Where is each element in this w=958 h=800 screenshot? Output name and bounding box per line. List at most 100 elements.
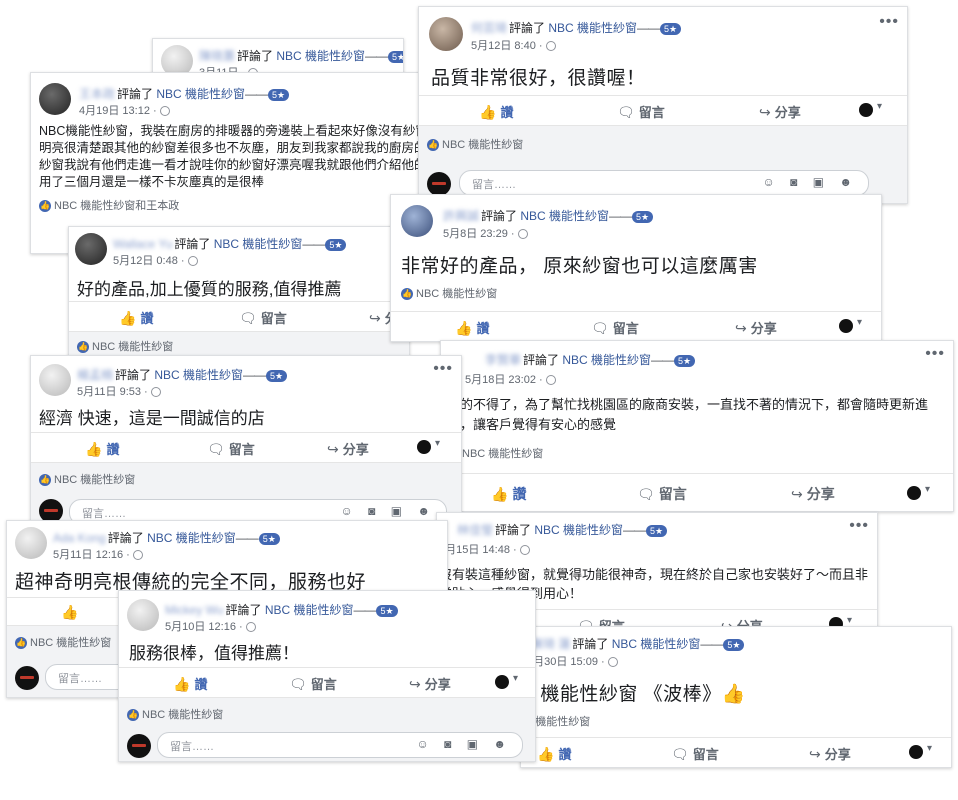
page-link[interactable]: NBC 機能性紗窗 <box>534 523 623 537</box>
review-time[interactable]: 4月19日 13:12 · <box>79 102 170 118</box>
page-logo <box>127 734 151 758</box>
review-time[interactable]: 5月8日 23:29 · <box>443 225 528 241</box>
page-link[interactable]: NBC 機能性紗窗 <box>520 209 609 223</box>
comment-button[interactable]: 🗨留言 <box>637 484 687 504</box>
comment-button[interactable]: 🗨留言 <box>671 744 719 763</box>
comment-input[interactable]: 留言…… ☺ ◙ ▣ ☻ <box>459 170 869 196</box>
review-time[interactable]: 5月11日 9:53 · <box>77 383 161 399</box>
page-avatar-selector[interactable] <box>495 673 518 689</box>
review-time[interactable]: 5月15日 14:48 · <box>439 541 530 557</box>
reviewer-avatar[interactable] <box>39 364 71 396</box>
page-link[interactable]: NBC 機能性紗窗 <box>612 637 701 651</box>
more-options-icon[interactable]: ••• <box>925 345 945 363</box>
more-options-icon[interactable]: ••• <box>879 13 899 31</box>
reviewer-name[interactable]: 何芸琦 <box>471 19 507 36</box>
like-button[interactable]: 👍 讚 <box>455 318 489 337</box>
thumbs-up-icon: 👍 <box>85 441 103 457</box>
reviewer-name[interactable]: 陳晓蕙 <box>199 47 235 64</box>
page-tag[interactable]: 👍NBC 機能性紗窗 <box>39 471 135 487</box>
share-button[interactable]: ↪分享 <box>327 439 369 458</box>
share-icon: ↪ <box>759 104 771 120</box>
reviewer-name[interactable]: Wallace Yu <box>113 237 172 251</box>
review-card-3: Wallace Yu 評論了 NBC 機能性紗窗—— 5★ 5月12日 0:48 ·… <box>68 226 410 358</box>
like-button[interactable]: 👍 讚 <box>491 484 526 504</box>
review-text: 品質非常很好，很讚喔！ <box>431 68 646 89</box>
share-button[interactable]: ↪分享 <box>759 102 801 121</box>
more-options-icon[interactable]: ••• <box>849 517 869 535</box>
page-link[interactable]: NBC 機能性紗窗 <box>562 353 651 367</box>
action-bar: 👍讚 🗨留言 ↪分享 <box>521 737 951 766</box>
page-link[interactable]: NBC 機能性紗窗 <box>214 237 303 251</box>
reviewer-avatar[interactable] <box>75 233 107 265</box>
page-tag[interactable]: 👍NBC 機能性紗窗 <box>77 338 173 354</box>
review-time[interactable]: 5月10日 12:16 · <box>165 618 256 634</box>
like-button[interactable]: 👍 讚 <box>173 674 207 693</box>
reaction-summary[interactable]: 👍 NBC 機能性紗窗和王本政 <box>39 197 179 213</box>
share-button[interactable]: ↪分享 <box>735 318 777 337</box>
reviewer-avatar[interactable] <box>401 205 433 237</box>
reviewer-avatar[interactable] <box>429 17 463 51</box>
page-link[interactable]: NBC 機能性紗窗 <box>156 87 245 101</box>
comment-icon: 🗨 <box>239 310 257 326</box>
comment-tool-icons[interactable]: ☺ ◙ ▣ ☻ <box>763 175 858 189</box>
reviewer-name[interactable]: Mickey Wu <box>165 603 223 617</box>
comment-tool-icons[interactable]: ☺ ◙ ▣ ☻ <box>417 737 512 751</box>
page-avatar-selector[interactable] <box>907 484 930 500</box>
page-tag[interactable]: 👍NBC 機能性紗窗 <box>401 285 497 301</box>
comment-icon: 🗨 <box>591 320 609 336</box>
review-time[interactable]: 5月11日 12:16 · <box>53 546 143 562</box>
page-avatar-selector[interactable] <box>839 317 862 333</box>
page-avatar-selector[interactable] <box>909 743 932 759</box>
page-tag[interactable]: 👍NBC 機能性紗窗 <box>127 706 223 722</box>
page-link[interactable]: NBC 機能性紗窗 <box>276 49 365 63</box>
like-reaction-icon: 👍 <box>39 200 51 213</box>
comment-tool-icons[interactable]: ☺ ◙ ▣ ☻ <box>341 504 436 518</box>
rating-badge: 5★ <box>660 22 682 35</box>
comment-button[interactable]: 🗨留言 <box>289 674 337 693</box>
reviewer-name[interactable]: 王本政 <box>79 85 115 102</box>
comment-button[interactable]: 🗨留言 <box>207 439 255 458</box>
public-globe-icon <box>607 657 618 668</box>
page-avatar-selector[interactable] <box>859 101 882 117</box>
comment-button[interactable]: 🗨留言 <box>239 308 287 327</box>
comment-button[interactable]: 🗨留言 <box>591 318 639 337</box>
like-button[interactable]: 👍 讚 <box>479 102 513 121</box>
share-button[interactable]: ↪分享 <box>409 674 451 693</box>
like-button[interactable]: 👍 <box>61 604 82 621</box>
share-button[interactable]: ↪分享 <box>809 744 851 763</box>
page-link[interactable]: NBC 機能性紗窗 <box>147 531 236 545</box>
review-time[interactable]: 5月18日 23:02 · <box>465 371 556 387</box>
review-time[interactable]: 5月12日 0:48 · <box>113 252 198 268</box>
page-avatar-selector[interactable] <box>417 438 440 454</box>
comment-button[interactable]: 🗨留言 <box>617 102 665 121</box>
review-time[interactable]: 5月12日 8:40 · <box>471 37 556 53</box>
like-button[interactable]: 👍 讚 <box>85 439 119 458</box>
page-link[interactable]: NBC 機能性紗窗 <box>548 21 637 35</box>
reviewer-name[interactable]: 林佳瑩 <box>457 521 493 538</box>
reviewer-name[interactable]: 陳琦 蓮 <box>531 635 570 652</box>
reviewer-avatar[interactable] <box>15 527 47 559</box>
page-link[interactable]: NBC 機能性紗窗 <box>265 603 354 617</box>
reviewer-name[interactable]: 許興誠 <box>443 207 479 224</box>
page-tag[interactable]: 👍NBC 機能性紗窗 <box>15 634 111 650</box>
reviewer-avatar[interactable] <box>39 83 71 115</box>
share-icon: ↪ <box>791 486 803 502</box>
comment-placeholder: 留言…… <box>170 741 214 753</box>
like-button[interactable]: 👍 讚 <box>119 308 153 327</box>
review-time[interactable]: 4月30日 15:09 · <box>527 653 618 669</box>
reviewer-name[interactable]: Ada Kong <box>53 531 106 545</box>
more-options-icon[interactable]: ••• <box>433 360 453 378</box>
reviewer-avatar[interactable] <box>127 599 159 631</box>
page-link[interactable]: NBC 機能性紗窗 <box>154 368 243 382</box>
reviewer-name[interactable]: 楊孟楠 <box>77 366 113 383</box>
review-card-7: 李賢華 評論了 NBC 機能性紗窗—— 5★ 5月18日 23:02 · ••• 好… <box>440 340 954 512</box>
page-tag[interactable]: 👍NBC 機能性紗窗 <box>427 136 523 152</box>
reviewer-name[interactable]: 李賢華 <box>485 351 521 368</box>
rating-badge: 5★ <box>268 88 290 101</box>
public-globe-icon <box>245 622 256 633</box>
like-button[interactable]: 👍 讚 <box>537 744 571 763</box>
comment-placeholder: 留言…… <box>58 673 102 685</box>
share-button[interactable]: ↪分享 <box>791 484 835 504</box>
public-globe-icon <box>159 106 170 117</box>
comment-input[interactable]: 留言…… ☺ ◙ ▣ ☻ <box>157 732 523 758</box>
